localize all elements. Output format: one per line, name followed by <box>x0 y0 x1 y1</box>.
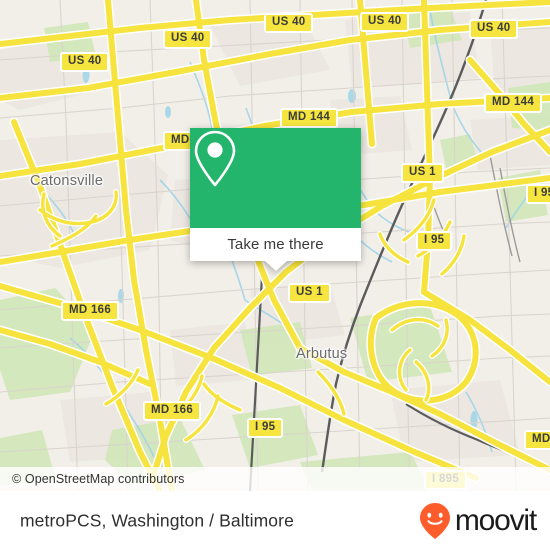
highway-shield-us1-a[interactable]: US 1 <box>401 163 444 183</box>
poi-title: metroPCS, Washington / Baltimore <box>20 510 294 530</box>
highway-shield-us40-b[interactable]: US 40 <box>60 52 110 72</box>
highway-shield-md[interactable]: MD <box>524 430 550 450</box>
map-attribution-bar: © OpenStreetMap contributors <box>0 467 550 491</box>
place-label-catonsville: Catonsville <box>30 173 104 189</box>
bottom-info-bar: metroPCS, Washington / Baltimore moovit <box>0 491 550 550</box>
popup-card-tail <box>264 261 287 271</box>
location-popup-card[interactable]: Take me there <box>190 128 361 271</box>
moovit-wordmark: moovit <box>454 503 537 537</box>
highway-shield-md144-b[interactable]: MD 144 <box>484 93 543 113</box>
highway-shield-us1-b[interactable]: US 1 <box>288 283 331 303</box>
map-pin-icon <box>194 130 236 187</box>
osm-attribution-text: © OpenStreetMap contributors <box>12 472 185 486</box>
moovit-brand-logo[interactable]: moovit <box>418 502 537 540</box>
highway-shield-md144-a[interactable]: MD 144 <box>280 108 339 128</box>
highway-shield-md166-b[interactable]: MD 166 <box>143 401 202 421</box>
highway-shield-us40-a[interactable]: US 40 <box>163 29 213 49</box>
highway-shield-md166-a[interactable]: MD 166 <box>61 301 120 321</box>
popup-card-action[interactable]: Take me there <box>190 228 361 271</box>
highway-shield-us40-d[interactable]: US 40 <box>360 12 410 32</box>
highway-shield-i95-a[interactable]: I 95 <box>526 184 550 204</box>
map-canvas[interactable]: Catonsville Arbutus US 40 US 40 US 40 US… <box>0 0 550 491</box>
highway-shield-us40-c[interactable]: US 40 <box>264 13 314 33</box>
highway-shield-us40-e[interactable]: US 40 <box>469 19 519 39</box>
highway-shield-i95-c[interactable]: I 95 <box>247 418 284 438</box>
moovit-smiley-pin-icon <box>419 502 450 539</box>
highway-shield-i95-b[interactable]: I 95 <box>416 231 453 251</box>
place-label-arbutus: Arbutus <box>296 346 348 362</box>
take-me-there-label: Take me there <box>227 236 324 253</box>
screenshot-root: Catonsville Arbutus US 40 US 40 US 40 US… <box>0 0 550 550</box>
popup-card-body <box>190 128 361 228</box>
